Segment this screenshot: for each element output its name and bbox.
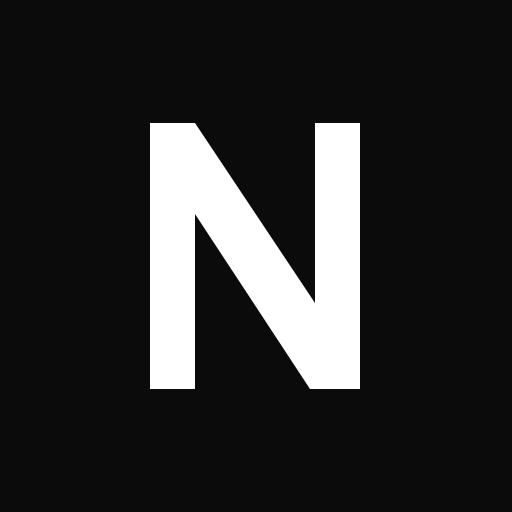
logo-tile: N (0, 0, 512, 512)
n-letter-shape (150, 123, 360, 389)
n-letter-logo-icon (150, 123, 360, 389)
